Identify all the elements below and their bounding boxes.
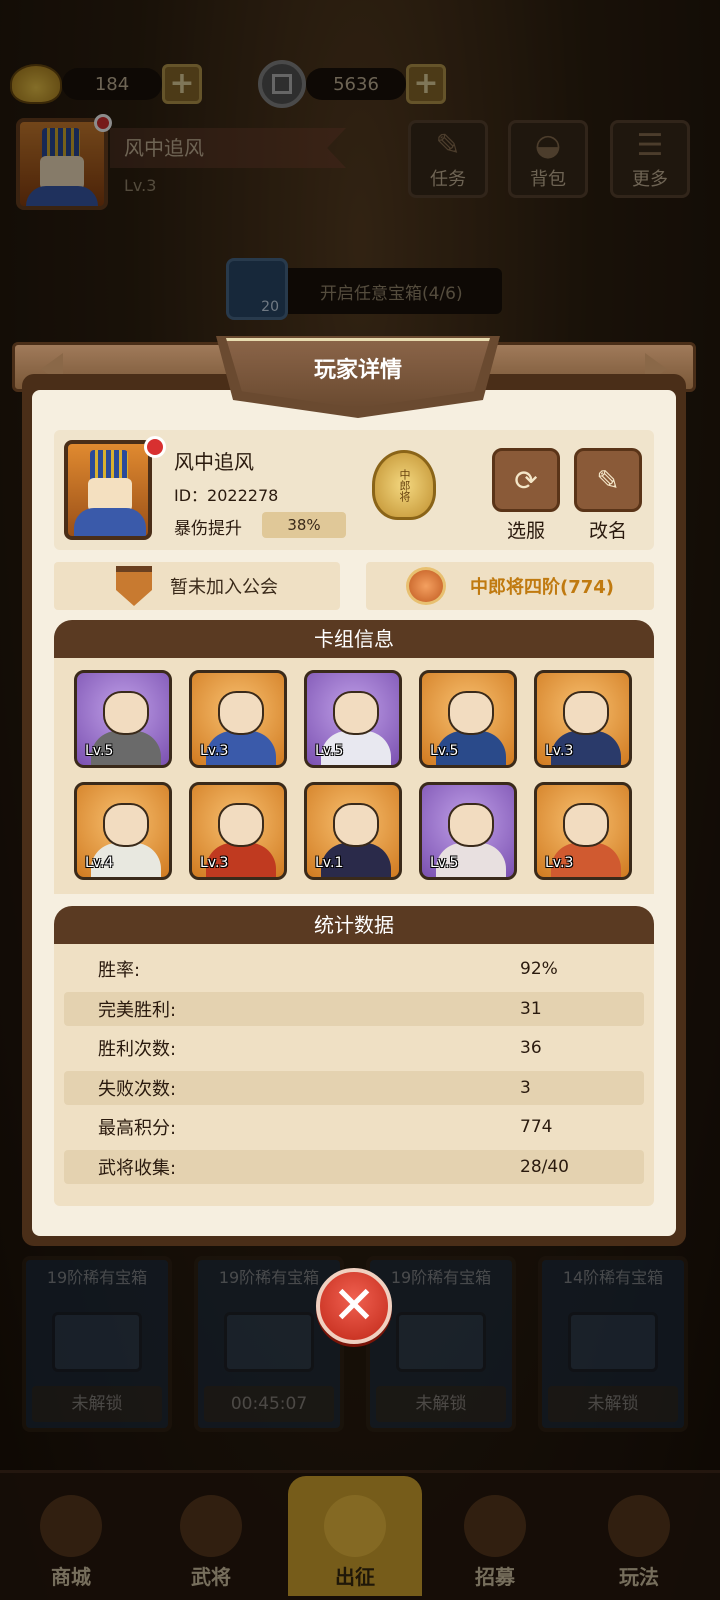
general-level: Lv.3	[545, 855, 574, 871]
close-button[interactable]: ✕	[316, 1268, 392, 1344]
general-portrait	[218, 803, 264, 847]
general-portrait	[448, 803, 494, 847]
general-level: Lv.3	[200, 743, 229, 759]
general-level: Lv.1	[315, 855, 344, 871]
general-portrait	[103, 691, 149, 735]
switch-server-button[interactable]: ⟳	[492, 448, 560, 512]
general-level: Lv.3	[545, 743, 574, 759]
general-level: Lv.4	[85, 855, 114, 871]
general-card[interactable]: Lv.3	[189, 670, 287, 768]
stat-row: 胜利次数: 36	[64, 1031, 644, 1065]
stat-row: 失败次数: 3	[64, 1070, 644, 1105]
guild-status: 暂未加入公会	[54, 562, 340, 610]
deck-header: 卡组信息	[54, 620, 654, 658]
crit-value: 38%	[262, 512, 346, 538]
stat-value: 774	[520, 1117, 553, 1137]
crit-label: 暴伤提升	[174, 519, 242, 539]
general-level: Lv.5	[85, 743, 114, 759]
general-card[interactable]: Lv.5	[304, 670, 402, 768]
stats-header: 统计数据	[54, 906, 654, 944]
general-portrait	[333, 803, 379, 847]
stat-label: 完美胜利:	[98, 999, 177, 1021]
general-level: Lv.5	[430, 855, 459, 871]
modal-title: 玩家详情	[313, 358, 402, 383]
general-card[interactable]: Lv.1	[304, 782, 402, 880]
general-card[interactable]: Lv.3	[534, 670, 632, 768]
stat-row: 完美胜利: 31	[64, 991, 644, 1026]
player-detail-avatar	[64, 440, 152, 540]
stat-label: 武将收集:	[98, 1157, 177, 1179]
general-card[interactable]: Lv.5	[419, 782, 517, 880]
general-portrait	[563, 803, 609, 847]
stat-row: 胜率: 92%	[64, 952, 644, 986]
general-level: Lv.3	[200, 855, 229, 871]
stat-label: 失败次数:	[98, 1078, 177, 1100]
stat-value: 28/40	[520, 1156, 569, 1177]
stat-label: 最高积分:	[98, 1118, 177, 1139]
close-icon: ✕	[332, 1276, 376, 1336]
player-id: ID：2022278	[174, 486, 279, 505]
rename-label: 改名	[588, 520, 627, 542]
stat-value: 31	[520, 998, 542, 1019]
stat-label: 胜利次数:	[98, 1039, 177, 1060]
stat-row: 最高积分: 774	[64, 1110, 644, 1144]
switch-server-label: 选服	[506, 520, 545, 542]
general-level: Lv.5	[430, 743, 459, 759]
general-card[interactable]: Lv.5	[74, 670, 172, 768]
general-portrait	[563, 691, 609, 735]
stat-label: 胜率:	[98, 960, 141, 981]
stat-value: 92%	[520, 959, 558, 979]
pencil-icon: ✎	[596, 463, 620, 497]
general-portrait	[448, 691, 494, 735]
player-detail-name: 风中追风	[174, 450, 254, 474]
rank-status: 中郎将四阶(774)	[366, 562, 654, 610]
stat-row: 武将收集: 28/40	[64, 1149, 644, 1184]
general-portrait	[103, 803, 149, 847]
general-card[interactable]: Lv.3	[189, 782, 287, 880]
stat-value: 36	[520, 1038, 542, 1058]
rank-pouch-icon	[405, 567, 446, 605]
general-card[interactable]: Lv.5	[419, 670, 517, 768]
general-level: Lv.5	[315, 743, 344, 759]
guild-shield-icon	[116, 566, 152, 606]
general-portrait	[218, 691, 264, 735]
refresh-icon: ⟳	[514, 463, 538, 497]
general-card[interactable]: Lv.4	[74, 782, 172, 880]
stat-value: 3	[520, 1077, 531, 1098]
rank-badge-icon: 中郎将	[372, 450, 436, 520]
general-portrait	[333, 691, 379, 735]
rename-button[interactable]: ✎	[574, 448, 642, 512]
general-card[interactable]: Lv.3	[534, 782, 632, 880]
avatar-notification-dot	[144, 436, 166, 458]
